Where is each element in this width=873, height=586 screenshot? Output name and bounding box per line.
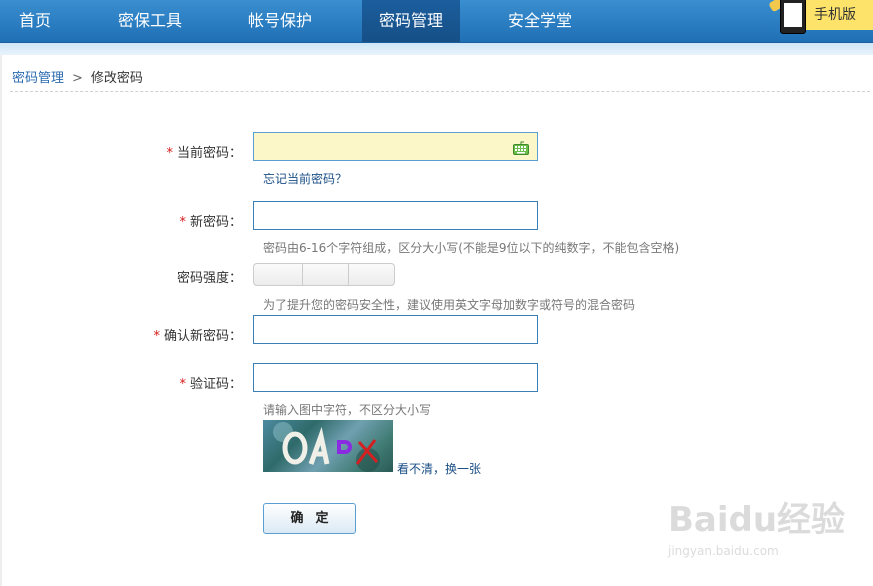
required-mark: * — [153, 329, 160, 344]
confirm-password-label: * 确认新密码： — [153, 329, 242, 344]
strength-label: 密码强度： — [176, 271, 242, 286]
password-strength-meter — [253, 263, 395, 286]
watermark-url: jingyan.baidu.com — [668, 544, 779, 558]
breadcrumb-current: 修改密码 — [90, 71, 143, 86]
forgot-password-link[interactable]: 忘记当前密码？ — [263, 172, 347, 186]
strength-segment-medium — [303, 264, 349, 285]
new-password-field[interactable] — [253, 201, 538, 230]
current-password-field[interactable] — [253, 132, 538, 161]
nav-account-protection[interactable]: 帐号保护 — [220, 0, 340, 42]
submit-button[interactable]: 确定 — [263, 503, 356, 534]
promo-text: 手机版 — [814, 7, 856, 23]
captcha-refresh-link[interactable]: 看不清，换一张 — [397, 462, 481, 476]
breadcrumb-parent-link[interactable]: 密码管理 — [12, 71, 64, 86]
left-border — [0, 55, 2, 586]
required-mark: * — [179, 215, 186, 230]
strength-segment-weak — [254, 264, 303, 285]
confirm-password-field[interactable] — [253, 315, 538, 344]
required-mark: * — [166, 146, 173, 161]
mobile-promo-banner[interactable]: 手机版 — [766, 0, 873, 34]
required-mark: * — [179, 377, 186, 392]
nav-home[interactable]: 首页 — [0, 0, 70, 42]
baidu-watermark: Baidu经验 jingyan.baidu.com — [668, 492, 868, 572]
top-nav: 首页 密保工具 帐号保护 密码管理 安全学堂 手机版 — [0, 0, 873, 43]
forgot-password-link-wrap: 忘记当前密码？ — [263, 170, 347, 187]
phone-icon — [780, 0, 806, 34]
captcha-hint: 请输入图中字符，不区分大小写 — [263, 403, 432, 417]
nav-subbar — [0, 43, 873, 55]
captcha-image[interactable] — [263, 420, 393, 472]
divider — [10, 91, 870, 92]
captcha-refresh-wrap: 看不清，换一张 — [397, 460, 481, 477]
watermark-brand: Baidu经验 — [668, 500, 846, 540]
keyboard-icon[interactable] — [513, 141, 529, 155]
breadcrumb-separator: > — [72, 71, 83, 86]
nav-password-management[interactable]: 密码管理 — [362, 0, 460, 42]
strength-hint: 为了提升您的密码安全性，建议使用英文字母加数字或符号的混合密码 — [263, 298, 636, 312]
new-password-hint: 密码由6-16个字符组成，区分大小写(不能是9位以下的纯数字，不能包含空格) — [263, 241, 680, 255]
breadcrumb: 密码管理 > 修改密码 — [12, 67, 143, 86]
nav-security-school[interactable]: 安全学堂 — [480, 0, 600, 42]
current-password-label: * 当前密码： — [166, 146, 242, 161]
new-password-label: * 新密码： — [179, 215, 242, 230]
captcha-label: * 验证码： — [179, 377, 242, 392]
nav-security-tools[interactable]: 密保工具 — [90, 0, 210, 42]
captcha-field[interactable] — [253, 363, 538, 392]
